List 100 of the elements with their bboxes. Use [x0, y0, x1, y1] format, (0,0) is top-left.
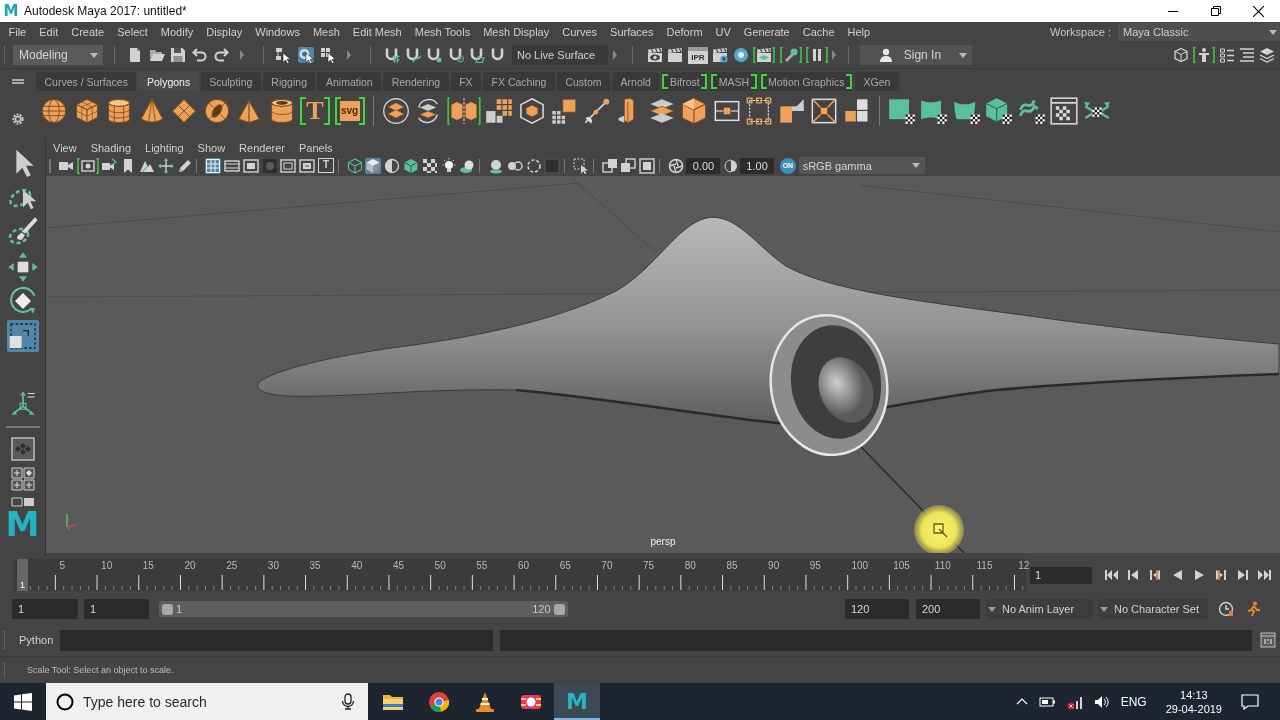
menu-item[interactable]: Display	[199, 26, 249, 38]
layers-icon[interactable]	[1259, 47, 1275, 63]
window-icon[interactable]	[1260, 632, 1277, 648]
shelf-tab[interactable]: Custom	[556, 72, 611, 91]
skip-to-end-icon[interactable]	[1258, 569, 1272, 581]
chevron-up-icon[interactable]	[1015, 697, 1028, 706]
object-select-icon[interactable]	[297, 47, 314, 63]
traffic-cone-icon[interactable]	[474, 690, 496, 713]
panel-menu[interactable]: Show	[190, 141, 233, 154]
menu-item[interactable]: Modify	[154, 26, 200, 38]
sphere-on-plane-icon[interactable]	[487, 157, 504, 174]
menu-item[interactable]: Generate	[737, 26, 797, 38]
live-surface-field[interactable]: No Live Surface	[511, 45, 608, 65]
sphere-icon[interactable]	[40, 96, 68, 125]
torus-icon[interactable]	[202, 96, 231, 125]
magnet-point-icon[interactable]	[426, 47, 443, 63]
range-handle[interactable]	[162, 603, 173, 615]
taskbar-app-button[interactable]: M	[554, 683, 600, 720]
magnet-icon[interactable]	[489, 47, 506, 63]
sign-in-dropdown[interactable]: Sign In	[860, 45, 973, 65]
half-filled-circle-icon[interactable]	[384, 157, 401, 174]
clapperboard-layers-icon[interactable]	[753, 47, 776, 63]
undo-icon[interactable]	[191, 47, 208, 63]
panel-menu[interactable]: Lighting	[138, 141, 191, 154]
menu-item[interactable]: Surfaces	[603, 26, 660, 38]
microphone-icon[interactable]	[340, 693, 356, 710]
corner-points-frame-icon[interactable]	[745, 96, 773, 125]
collapse-arrow-icon[interactable]	[240, 50, 244, 60]
menu-item[interactable]: Create	[64, 26, 111, 38]
stacked-diamonds-icon[interactable]	[381, 96, 410, 125]
current-frame-field[interactable]: 1	[1030, 566, 1092, 584]
cube-wire-icon[interactable]	[517, 96, 546, 125]
shelf-tab[interactable]: Motion Graphics	[759, 72, 853, 91]
menu-item[interactable]: Mesh Tools	[408, 26, 477, 38]
shelf-tab[interactable]: MASH	[710, 72, 758, 91]
gamma-field[interactable]: 1.00	[740, 157, 775, 174]
menu-item[interactable]: Edit Mesh	[346, 26, 409, 38]
step-back-icon[interactable]	[1126, 569, 1140, 581]
character-set-dropdown[interactable]: No Character Set	[1098, 599, 1208, 619]
pan-arrows-icon[interactable]	[157, 157, 174, 174]
search-field[interactable]: Type here to search	[83, 691, 331, 712]
settings-icon[interactable]	[11, 112, 25, 126]
striped-frame-icon[interactable]	[223, 157, 240, 174]
skip-to-start-icon[interactable]	[1104, 569, 1118, 581]
shaded-cube-icon[interactable]	[365, 157, 382, 174]
collapse-arrow-icon[interactable]	[612, 50, 617, 60]
dashed-square-arrow-icon[interactable]	[572, 157, 589, 174]
menu-item[interactable]: Cache	[796, 26, 841, 38]
list-icon[interactable]	[1219, 47, 1235, 63]
clapperboard-eye-icon[interactable]	[646, 47, 663, 63]
collapse-arrow-icon[interactable]	[832, 50, 837, 60]
panel-menu[interactable]: View	[46, 141, 84, 154]
mirrored-cubes-icon[interactable]	[446, 96, 481, 125]
safe-title-button[interactable]: T	[317, 158, 334, 173]
menu-item[interactable]: Select	[110, 26, 155, 38]
menu-item[interactable]: File	[2, 26, 33, 38]
browser-icon[interactable]	[428, 690, 450, 713]
key-step-back-icon[interactable]	[1148, 569, 1162, 581]
overlapping-squares-icon[interactable]	[601, 157, 618, 174]
dashed-circle-icon[interactable]	[525, 157, 542, 174]
view-transform-dropdown[interactable]: sRGB gamma	[798, 157, 925, 174]
clock-time[interactable]: 14:13	[1180, 687, 1208, 702]
mode-dropdown[interactable]: Modeling	[13, 45, 103, 65]
shelf-tab[interactable]: Rigging	[262, 72, 316, 91]
menu-item[interactable]: Mesh	[306, 26, 347, 38]
command-language-label[interactable]: Python	[19, 634, 54, 646]
tile-grid-icon[interactable]	[485, 96, 513, 125]
target-square-icon[interactable]	[810, 96, 838, 125]
shelf-tab[interactable]: Animation	[317, 72, 382, 91]
framed-block-icon[interactable]	[299, 157, 316, 174]
scale-icon[interactable]	[6, 319, 39, 352]
menu-item[interactable]: Windows	[248, 26, 307, 38]
tile-squares-icon[interactable]	[842, 96, 871, 125]
menu-item[interactable]: Help	[841, 26, 877, 38]
step-forward-icon[interactable]	[1236, 569, 1250, 581]
filled-cube-icon[interactable]	[402, 157, 419, 174]
overlapping-squares-icon[interactable]	[620, 157, 637, 174]
cube-outline-icon[interactable]	[1173, 47, 1189, 63]
menu-item[interactable]: Curves	[555, 26, 604, 38]
redo-icon[interactable]	[213, 47, 229, 63]
magnet-curve-icon[interactable]	[405, 47, 422, 63]
viewport[interactable]: persp	[46, 176, 1280, 553]
ring-disc-icon[interactable]	[732, 47, 749, 63]
checkered-square-icon[interactable]	[887, 96, 916, 125]
ipr-render-button[interactable]: IPR	[687, 46, 708, 64]
framed-square-icon[interactable]	[639, 157, 656, 174]
start-frame-field[interactable]: 1	[12, 599, 78, 619]
panel-menu[interactable]: Renderer	[232, 141, 292, 154]
hierarchy-select-icon[interactable]	[275, 47, 291, 63]
panel-menu[interactable]: Panels	[291, 141, 340, 154]
single-pane-layout-icon[interactable]	[10, 437, 35, 461]
two-bars-icon[interactable]	[806, 47, 829, 63]
two-pane-layout-icon[interactable]	[10, 497, 35, 507]
component-select-icon[interactable]	[320, 47, 336, 63]
outline-list-icon[interactable]	[1239, 47, 1255, 63]
panel-menu[interactable]: Shading	[83, 141, 139, 154]
close-icon[interactable]	[1253, 5, 1264, 17]
checker-icon[interactable]	[421, 157, 438, 174]
collapse-arrow-icon[interactable]	[347, 50, 351, 60]
menu-item[interactable]: Mesh Display	[476, 26, 556, 38]
